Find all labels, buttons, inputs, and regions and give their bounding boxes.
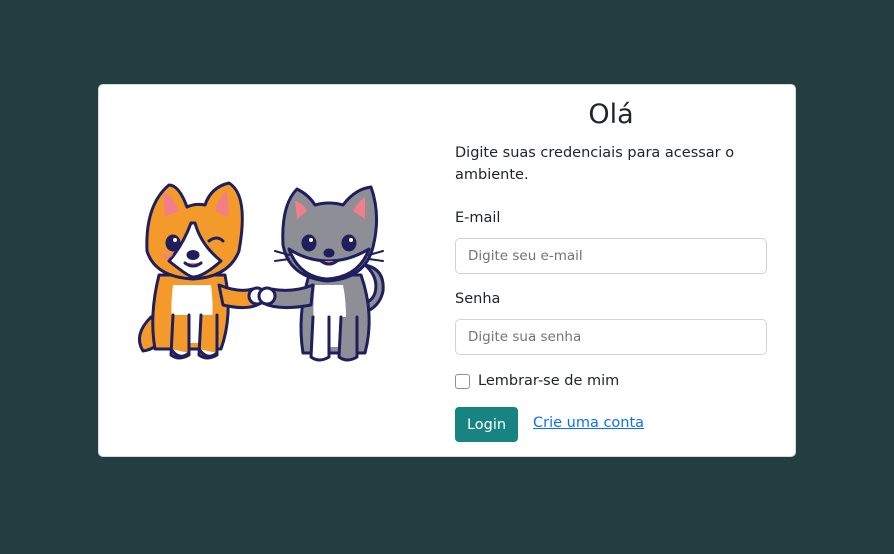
- password-field[interactable]: [455, 319, 767, 355]
- gray-cat-icon: [257, 185, 385, 362]
- login-card: Olá Digite suas credenciais para acessar…: [98, 84, 796, 457]
- page-subtitle: Digite suas credenciais para acessar o a…: [455, 145, 735, 183]
- login-button[interactable]: Login: [455, 407, 518, 442]
- email-field[interactable]: [455, 238, 767, 274]
- remember-me-row[interactable]: Lembrar-se de mim: [455, 372, 619, 390]
- email-label: E-mail: [455, 210, 501, 226]
- create-account-link[interactable]: Crie uma conta: [533, 415, 644, 431]
- page-title: Olá: [588, 99, 634, 130]
- remember-me-checkbox[interactable]: [455, 373, 470, 389]
- password-label: Senha: [455, 291, 501, 307]
- corgi-dog-icon: [137, 181, 267, 360]
- remember-me-label[interactable]: Lembrar-se de mim: [478, 373, 619, 389]
- pets-illustration: [137, 181, 385, 362]
